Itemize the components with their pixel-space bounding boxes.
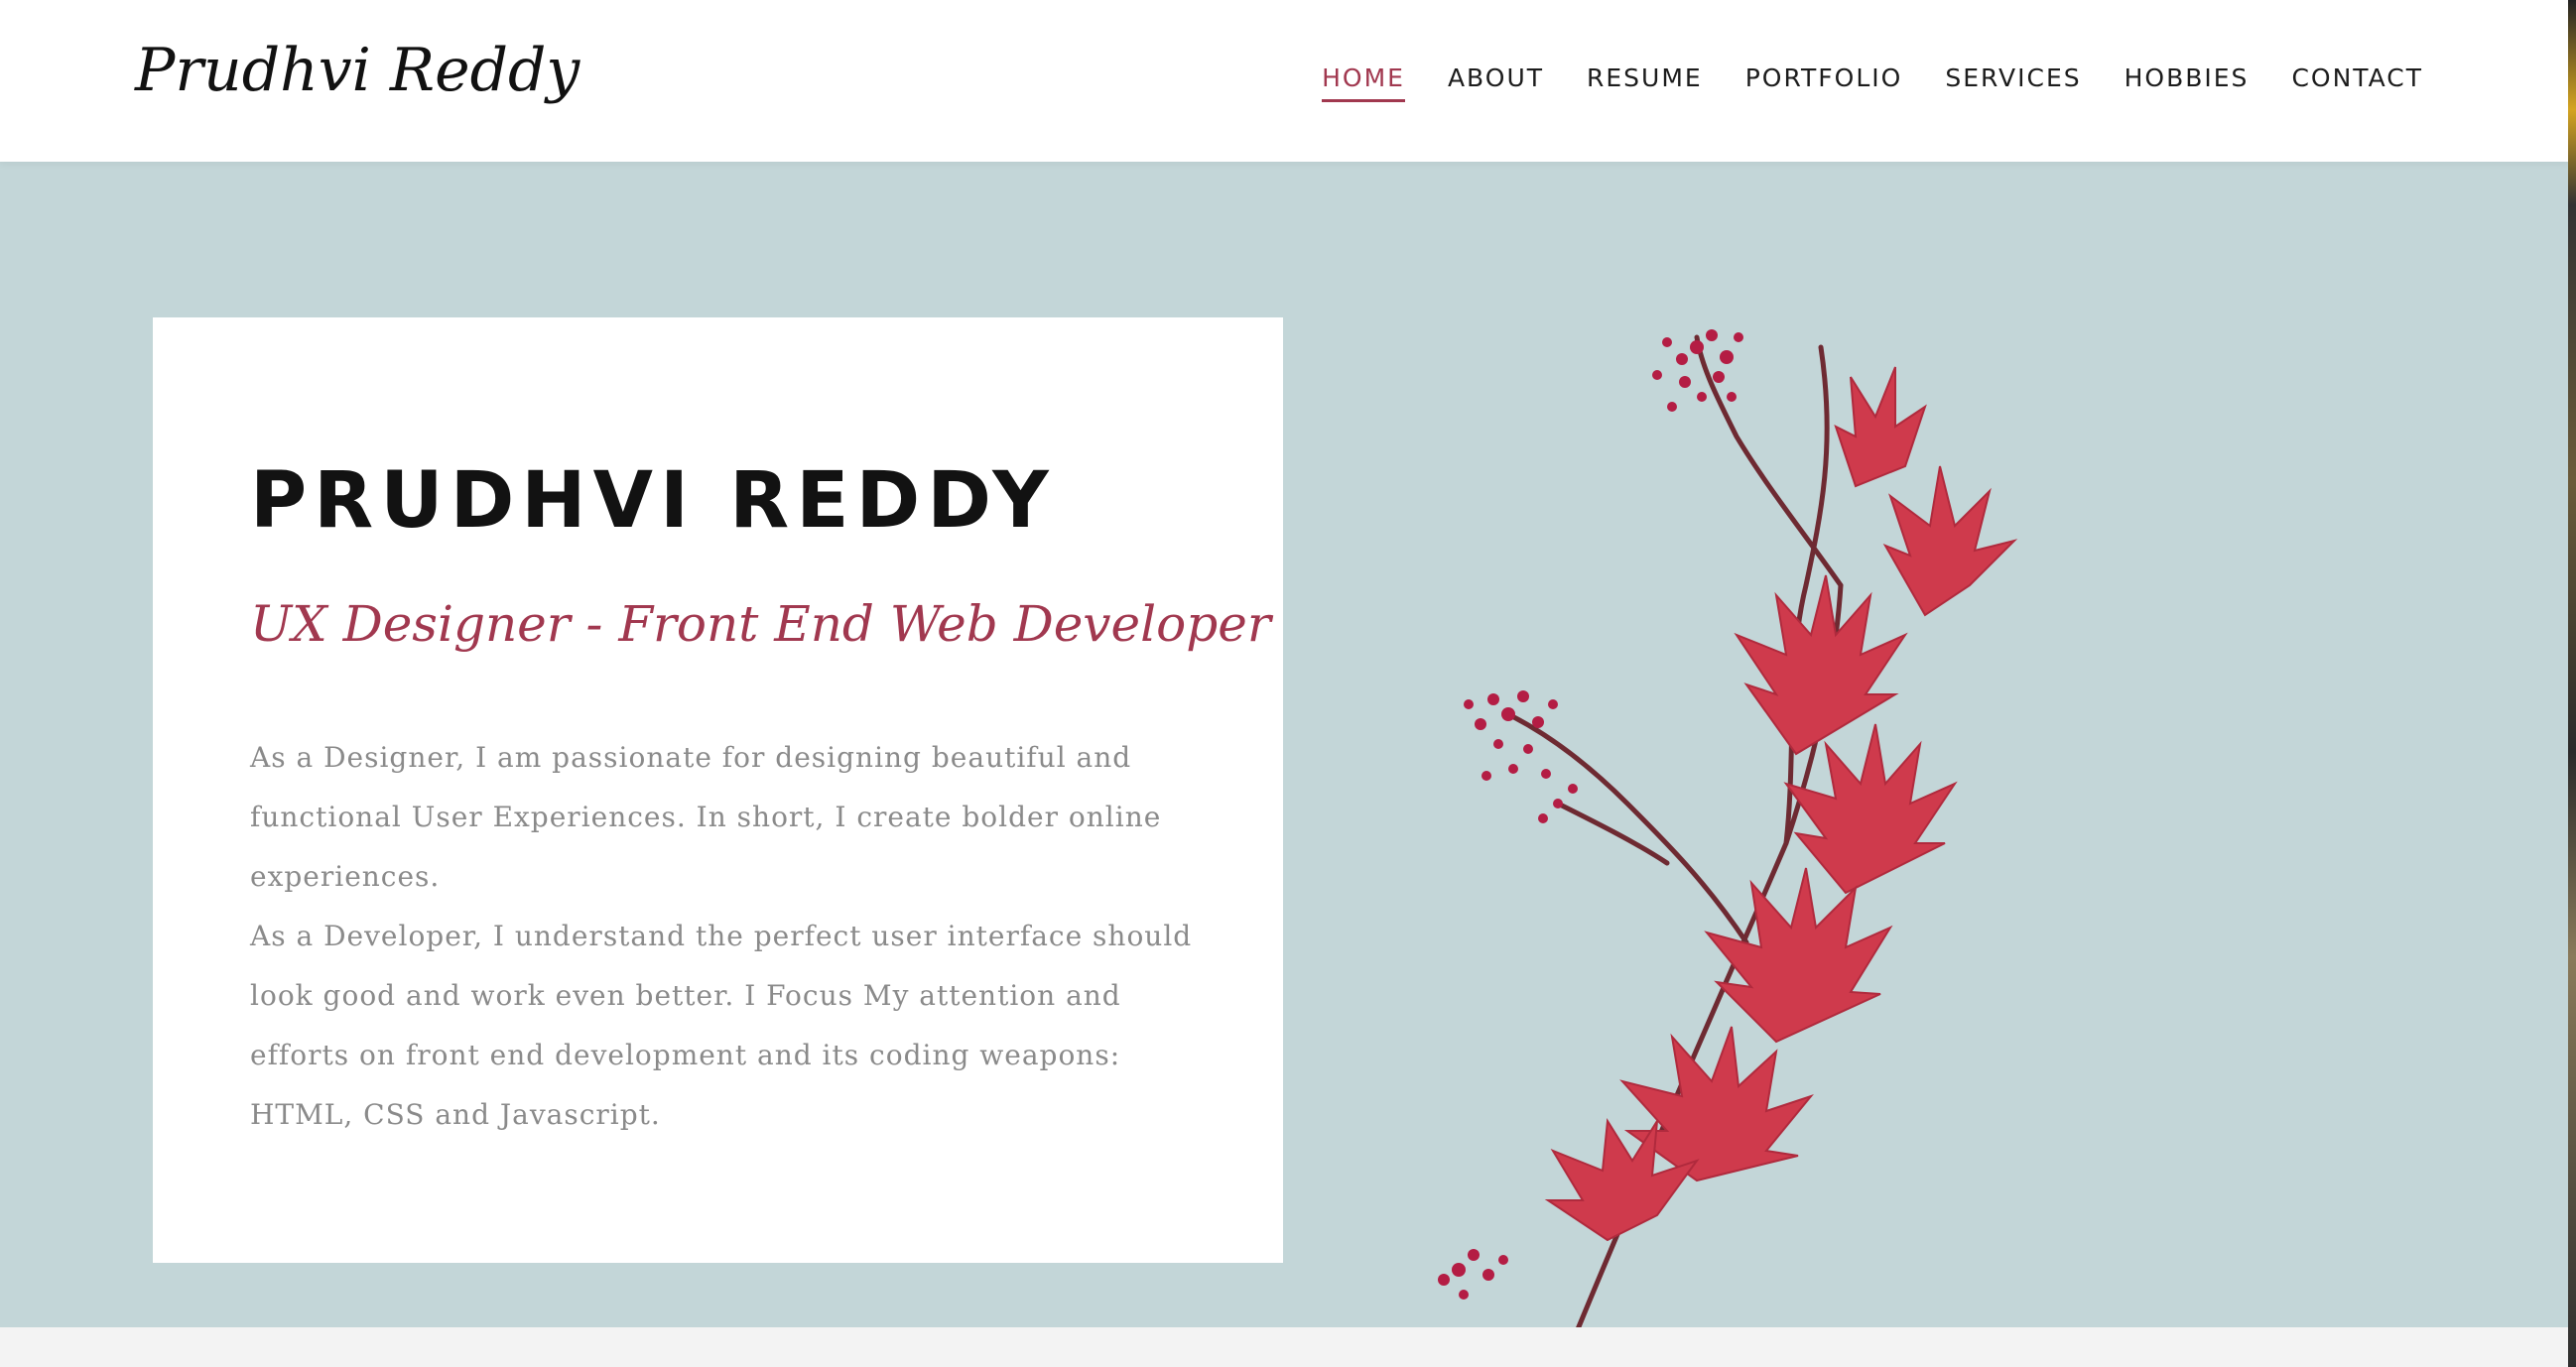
nav-services[interactable]: SERVICES [1945, 63, 2081, 102]
intro-card: PRUDHVI REDDY UX Designer - Front End We… [153, 317, 1283, 1263]
hero-description: As a Designer, I am passionate for desig… [250, 728, 1203, 1145]
designer-paragraph: As a Designer, I am passionate for desig… [250, 741, 1162, 893]
developer-paragraph: As a Developer, I understand the perfect… [250, 920, 1193, 1131]
red-maple-branch-image [1438, 329, 2018, 1329]
nav-resume[interactable]: RESUME [1587, 63, 1703, 102]
nav-hobbies[interactable]: HOBBIES [2125, 63, 2250, 102]
footer-strip [0, 1327, 2568, 1367]
window-edge-strip [2568, 0, 2576, 1367]
nav-about[interactable]: ABOUT [1448, 63, 1544, 102]
main-nav: HOME ABOUT RESUME PORTFOLIO SERVICES HOB… [1279, 63, 2423, 102]
hero-subtitle: UX Designer - Front End Web Developer [250, 595, 1271, 653]
page: Prudhvi Reddy HOME ABOUT RESUME PORTFOLI… [0, 0, 2568, 1367]
nav-portfolio[interactable]: PORTFOLIO [1745, 63, 1903, 102]
site-logo[interactable]: Prudhvi Reddy [135, 36, 580, 105]
hero-title: PRUDHVI REDDY [250, 456, 1056, 546]
top-navigation-bar: Prudhvi Reddy HOME ABOUT RESUME PORTFOLI… [0, 0, 2568, 162]
nav-home[interactable]: HOME [1322, 63, 1405, 102]
nav-contact[interactable]: CONTACT [2291, 63, 2423, 102]
